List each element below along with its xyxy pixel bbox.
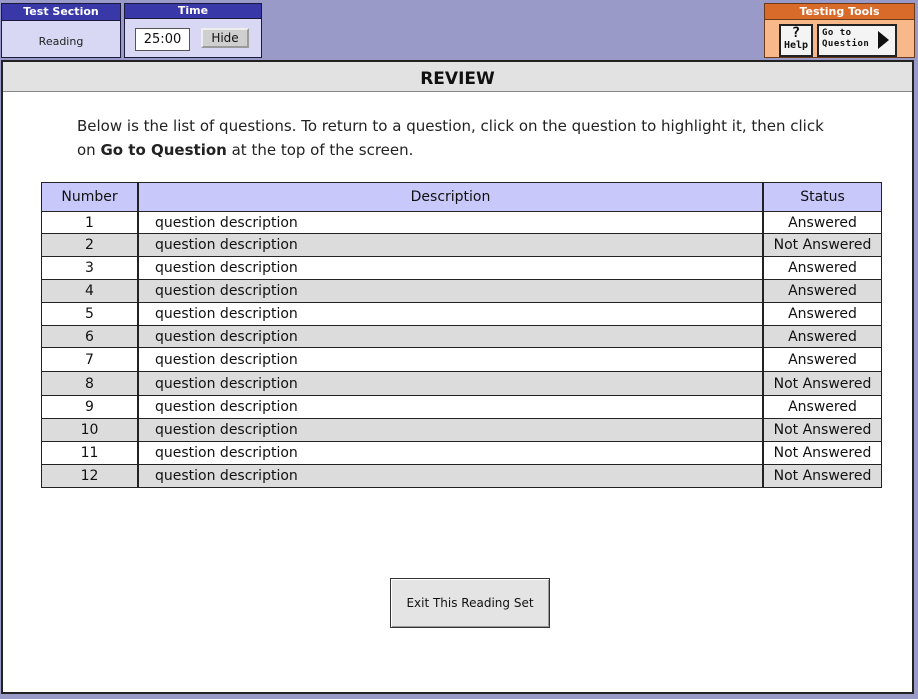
question-description: question description — [139, 280, 764, 302]
question-status: Answered — [788, 352, 857, 368]
question-status: Not Answered — [773, 376, 872, 392]
question-number: 11 — [42, 442, 139, 464]
question-description: question description — [139, 372, 764, 395]
question-status: Answered — [788, 329, 857, 345]
go-to-question-label-line1: Go to — [822, 28, 852, 38]
question-status: Answered — [788, 283, 857, 299]
question-number: 10 — [42, 419, 139, 441]
testing-tools-panel: Testing Tools ? Help Go to Question — [764, 3, 915, 58]
time-panel: Time 25:00 Hide — [124, 3, 262, 58]
column-header-number: Number — [42, 183, 139, 211]
question-mark-icon: ? — [791, 25, 801, 41]
column-header-status: Status — [800, 189, 845, 205]
question-number: 7 — [42, 348, 139, 371]
table-row[interactable]: 7 question description Answered — [42, 347, 881, 371]
question-description: question description — [139, 348, 764, 371]
question-number: 3 — [42, 257, 139, 279]
exit-reading-set-button[interactable]: Exit This Reading Set — [390, 578, 550, 628]
test-section-panel: Test Section Reading — [1, 3, 121, 58]
table-row[interactable]: 1 question description Answered — [42, 211, 881, 233]
help-button[interactable]: ? Help — [779, 24, 813, 57]
question-number: 5 — [42, 303, 139, 325]
question-status: Answered — [788, 399, 857, 415]
review-title: REVIEW — [3, 62, 912, 92]
question-description: question description — [139, 396, 764, 418]
test-section-label: Test Section — [2, 4, 120, 21]
table-row[interactable]: 4 question description Answered — [42, 279, 881, 302]
question-number: 8 — [42, 372, 139, 395]
column-header-description: Description — [139, 183, 764, 211]
question-description: question description — [139, 442, 764, 464]
question-description: question description — [139, 234, 764, 256]
instruction-go-to-question: Go to Question — [100, 141, 227, 159]
table-row[interactable]: 12 question description Not Answered — [42, 464, 881, 487]
question-number: 12 — [42, 465, 139, 487]
table-row[interactable]: 11 question description Not Answered — [42, 441, 881, 464]
testing-tools-label: Testing Tools — [765, 4, 914, 20]
question-description: question description — [139, 212, 764, 233]
table-row[interactable]: 2 question description Not Answered — [42, 233, 881, 256]
hide-time-button[interactable]: Hide — [201, 28, 249, 48]
table-row[interactable]: 3 question description Answered — [42, 256, 881, 279]
question-number: 9 — [42, 396, 139, 418]
question-number: 2 — [42, 234, 139, 256]
time-remaining-display: 25:00 — [135, 28, 190, 51]
table-row[interactable]: 8 question description Not Answered — [42, 371, 881, 395]
question-description: question description — [139, 326, 764, 347]
review-instructions: Below is the list of questions. To retur… — [77, 114, 837, 162]
go-to-question-label-line2: Question — [822, 39, 870, 49]
table-row[interactable]: 5 question description Answered — [42, 302, 881, 325]
question-number: 1 — [42, 212, 139, 233]
question-status: Not Answered — [773, 237, 872, 253]
time-label: Time — [125, 4, 261, 19]
question-status: Not Answered — [773, 468, 872, 484]
question-number: 4 — [42, 280, 139, 302]
question-status: Not Answered — [773, 422, 872, 438]
question-status: Not Answered — [773, 445, 872, 461]
question-table: Number Description Status 1 question desc… — [41, 182, 882, 488]
question-number: 6 — [42, 326, 139, 347]
help-button-label: Help — [783, 40, 809, 51]
table-row[interactable]: 9 question description Answered — [42, 395, 881, 418]
table-row[interactable]: 10 question description Not Answered — [42, 418, 881, 441]
instruction-text-2: at the top of the screen. — [226, 141, 414, 159]
table-row[interactable]: 6 question description Answered — [42, 325, 881, 347]
question-status: Answered — [788, 306, 857, 322]
question-status: Answered — [788, 215, 857, 231]
test-section-value: Reading — [38, 35, 84, 48]
go-to-question-label: Go to Question — [822, 28, 869, 50]
play-arrow-icon — [878, 31, 889, 49]
question-description: question description — [139, 419, 764, 441]
review-panel: REVIEW Below is the list of questions. T… — [1, 60, 914, 694]
table-header-row: Number Description Status — [42, 183, 881, 211]
go-to-question-button[interactable]: Go to Question — [817, 24, 897, 57]
question-status: Answered — [788, 260, 857, 276]
question-description: question description — [139, 257, 764, 279]
question-description: question description — [139, 465, 764, 487]
question-description: question description — [139, 303, 764, 325]
